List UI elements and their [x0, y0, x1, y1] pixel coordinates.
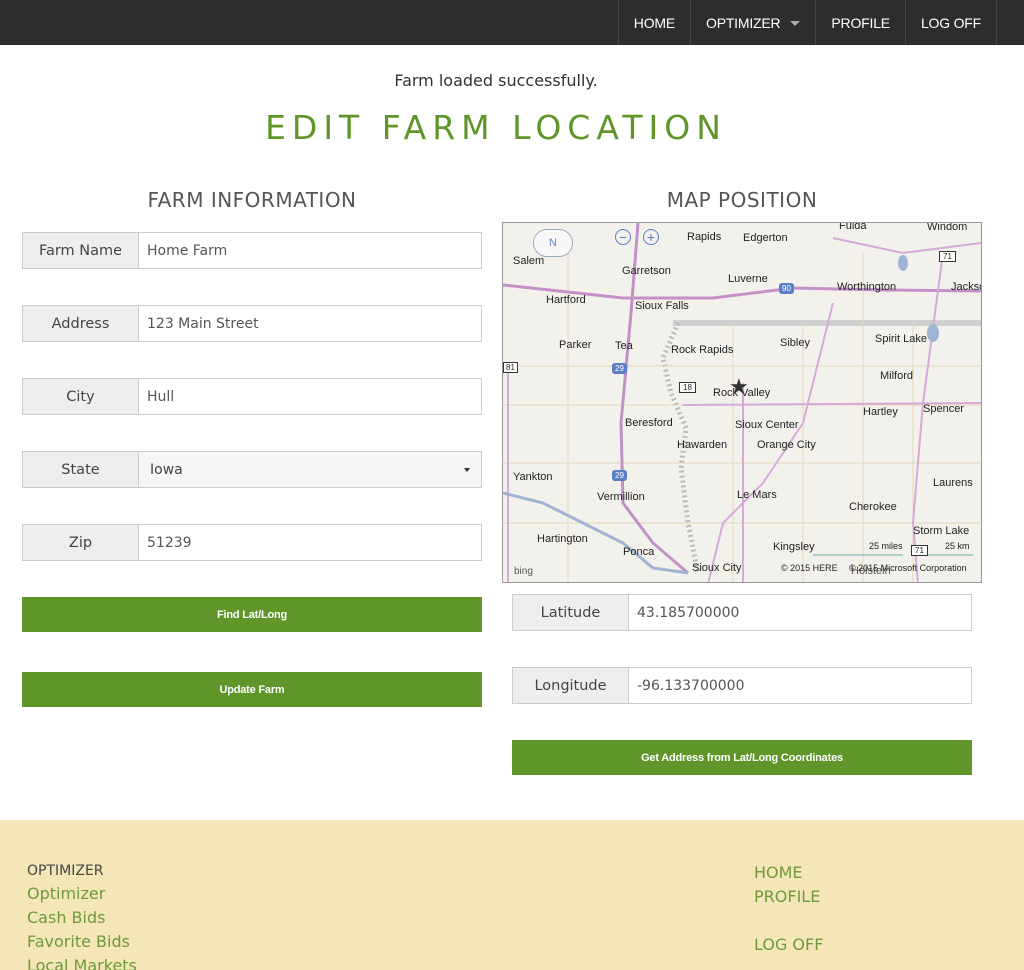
longitude-label: Longitude	[512, 667, 628, 704]
shield-us71-south-icon: 71	[911, 545, 928, 556]
address-label: Address	[22, 305, 138, 342]
city-input[interactable]	[138, 378, 482, 415]
map-label-garretson: Garretson	[622, 265, 671, 277]
shield-i29-icon: 29	[612, 363, 627, 374]
map-scale-miles: 25 miles	[869, 541, 903, 551]
zoom-in-icon[interactable]: +	[643, 229, 659, 245]
compass-n-label: N	[549, 237, 557, 249]
zoom-out-icon[interactable]: −	[615, 229, 631, 245]
state-label: State	[22, 451, 138, 488]
nav-optimizer-dropdown[interactable]: OPTIMIZER	[691, 0, 817, 45]
map-label-hartington: Hartington	[537, 533, 588, 545]
map-copyright-here: © 2015 HERE	[781, 563, 838, 573]
farm-information-title: FARM INFORMATION	[147, 188, 357, 212]
zip-input[interactable]	[138, 524, 482, 561]
top-nav-bar: HOME OPTIMIZER PROFILE LOG OFF	[0, 0, 1024, 45]
map-label-sioux-city: Sioux City	[692, 562, 742, 574]
footer-link-local-markets[interactable]: Local Markets	[27, 956, 137, 970]
main-nav: HOME OPTIMIZER PROFILE LOG OFF	[617, 0, 997, 45]
nav-log-off[interactable]: LOG OFF	[906, 0, 997, 45]
map-label-rapids: Rapids	[687, 231, 722, 243]
city-label: City	[22, 378, 138, 415]
footer-link-profile[interactable]: PROFILE	[754, 887, 820, 906]
select-caret-icon	[464, 467, 470, 472]
bing-logo-icon: bing	[514, 566, 533, 577]
shield-us81-icon: 81	[503, 362, 518, 373]
map-label-spencer: Spencer	[923, 403, 964, 415]
map-label-sioux-center: Sioux Center	[735, 419, 799, 431]
map-compass-control[interactable]: N	[533, 229, 573, 257]
longitude-input[interactable]	[628, 667, 972, 704]
latitude-group: Latitude	[512, 594, 972, 631]
state-select[interactable]: Iowa	[138, 451, 482, 488]
address-input[interactable]	[138, 305, 482, 342]
map-label-sibley: Sibley	[780, 337, 810, 349]
footer-link-favorite-bids[interactable]: Favorite Bids	[27, 932, 130, 951]
page-title: EDIT FARM LOCATION	[265, 108, 727, 147]
map-label-laurens: Laurens	[933, 477, 973, 489]
footer-link-optimizer[interactable]: Optimizer	[27, 884, 105, 903]
map-label-parker: Parker	[559, 339, 592, 351]
address-group: Address	[22, 305, 482, 342]
footer: OPTIMIZER Optimizer Cash Bids Favorite B…	[0, 820, 1024, 970]
farm-marker-star-icon[interactable]: ★	[729, 374, 749, 400]
state-selected-value: Iowa	[150, 461, 183, 478]
map-label-beresford: Beresford	[625, 417, 673, 429]
map-label-rock-rapids: Rock Rapids	[671, 344, 734, 356]
map-label-vermillion: Vermillion	[597, 491, 645, 503]
map-label-edgerton: Edgerton	[743, 232, 788, 244]
map-label-tea: Tea	[615, 340, 633, 352]
map-position-title: MAP POSITION	[666, 188, 818, 212]
farm-name-group: Farm Name	[22, 232, 482, 269]
map-label-spirit-lake: Spirit Lake	[875, 333, 927, 345]
status-message: Farm loaded successfully.	[394, 71, 598, 90]
nav-home[interactable]: HOME	[619, 0, 691, 45]
caret-down-icon	[790, 21, 801, 26]
shield-i90-icon: 90	[779, 283, 794, 294]
map-label-ponca: Ponca	[623, 546, 655, 558]
map-view[interactable]: N − + Rapids Edgerton Fulda Windom Salem…	[502, 222, 982, 583]
footer-link-home[interactable]: HOME	[754, 863, 803, 882]
map-label-windom: Windom	[927, 222, 968, 233]
map-label-orange-city: Orange City	[757, 439, 816, 451]
get-address-button[interactable]: Get Address from Lat/Long Coordinates	[512, 740, 972, 775]
longitude-group: Longitude	[512, 667, 972, 704]
zip-group: Zip	[22, 524, 482, 561]
map-label-salem: Salem	[513, 255, 545, 267]
nav-profile[interactable]: PROFILE	[816, 0, 906, 45]
shield-us18-icon: 18	[679, 382, 696, 393]
farm-name-label: Farm Name	[22, 232, 138, 269]
latitude-input[interactable]	[628, 594, 972, 631]
footer-optimizer-heading: OPTIMIZER	[27, 863, 104, 879]
zip-label: Zip	[22, 524, 138, 561]
latitude-label: Latitude	[512, 594, 628, 631]
map-label-le-mars: Le Mars	[737, 489, 777, 501]
state-group: State Iowa	[22, 451, 482, 488]
map-label-hartley: Hartley	[863, 406, 898, 418]
map-label-storm-lake: Storm Lake	[913, 525, 970, 537]
map-label-hawarden: Hawarden	[677, 439, 728, 451]
map-copyright-microsoft: © 2015 Microsoft Corporation	[849, 563, 967, 573]
map-label-yankton: Yankton	[513, 471, 553, 483]
footer-link-log-off[interactable]: LOG OFF	[754, 935, 823, 954]
shield-us71-icon: 71	[939, 251, 956, 262]
map-label-milford: Milford	[880, 370, 914, 382]
map-label-sioux-falls: Sioux Falls	[635, 300, 689, 312]
map-label-worthington: Worthington	[837, 281, 897, 293]
shield-i29-south-icon: 29	[612, 470, 627, 481]
map-label-fulda: Fulda	[839, 222, 867, 232]
update-farm-button[interactable]: Update Farm	[22, 672, 482, 707]
farm-name-input[interactable]	[138, 232, 482, 269]
map-label-hartford: Hartford	[546, 294, 586, 306]
map-label-luverne: Luverne	[728, 273, 768, 285]
map-label-cherokee: Cherokee	[849, 501, 897, 513]
find-lat-long-button[interactable]: Find Lat/Long	[22, 597, 482, 632]
footer-link-cash-bids[interactable]: Cash Bids	[27, 908, 105, 927]
map-label-kingsley: Kingsley	[773, 541, 815, 553]
map-scale-km: 25 km	[945, 541, 970, 551]
map-label-jackson: Jackso	[951, 281, 982, 293]
city-group: City	[22, 378, 482, 415]
